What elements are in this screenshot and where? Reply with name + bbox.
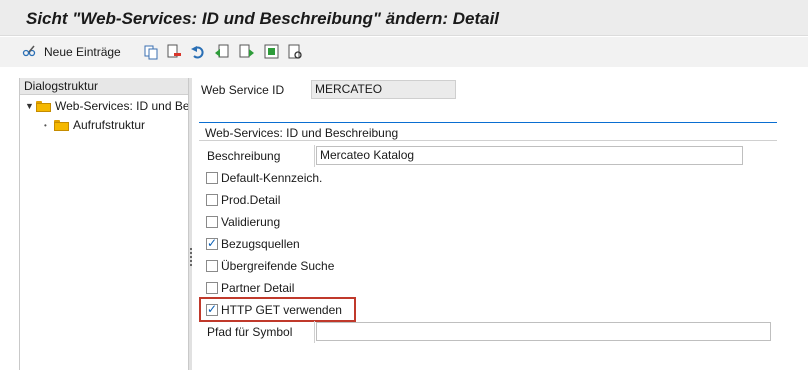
checkbox-label: Übergreifende Suche [221, 259, 335, 273]
glasses-pencil-icon [22, 44, 38, 60]
copy-button[interactable] [143, 43, 159, 61]
checkbox-box[interactable] [206, 194, 218, 206]
next-entry-button[interactable] [239, 43, 255, 61]
web-service-id-field: MERCATEO [311, 80, 456, 99]
symbol-path-label: Pfad für Symbol [207, 325, 293, 339]
delete-icon [166, 44, 182, 60]
checkbox-validierung[interactable]: Validierung [206, 214, 280, 230]
find-icon [288, 44, 304, 60]
new-entries-button[interactable]: Neue Einträge [22, 43, 121, 61]
symbol-path-input[interactable] [316, 322, 771, 341]
checkbox-bezugsquellen[interactable]: ✓ Bezugsquellen [206, 236, 300, 252]
undo-icon [190, 44, 206, 60]
checkbox-box[interactable]: ✓ [206, 236, 218, 250]
checkbox-default-flag[interactable]: Default-Kennzeich. [206, 170, 322, 186]
dialog-structure-pane: Dialogstruktur ▼ Web-Services: ID und Be… [19, 78, 190, 370]
checkbox-uebergreifende-suche[interactable]: Übergreifende Suche [206, 258, 334, 274]
pane-splitter[interactable] [188, 78, 192, 370]
previous-entry-icon [214, 44, 230, 60]
group-divider [199, 140, 777, 141]
next-entry-icon [239, 44, 255, 60]
checkbox-box[interactable] [206, 172, 218, 184]
chevron-down-icon[interactable]: ▼ [25, 101, 34, 111]
find-button[interactable] [288, 43, 304, 61]
delete-button[interactable] [166, 43, 182, 61]
new-entries-label: Neue Einträge [44, 45, 121, 59]
dialog-structure-header: Dialogstruktur [20, 78, 189, 95]
tree-item-web-services[interactable]: ▼ Web-Services: ID und Be [25, 98, 190, 114]
description-label: Beschreibung [207, 149, 281, 163]
checkbox-label: Bezugsquellen [221, 237, 300, 251]
web-service-id-label: Web Service ID [201, 83, 285, 97]
application-toolbar: Neue Einträge [0, 37, 808, 67]
checkbox-box[interactable] [206, 216, 218, 228]
checkbox-label: Partner Detail [221, 281, 295, 295]
symbol-path-separator [314, 321, 315, 343]
bullet-icon: • [44, 120, 47, 130]
title-bar: Sicht "Web-Services: ID und Beschreibung… [0, 0, 808, 36]
checkbox-prod-detail[interactable]: Prod.Detail [206, 192, 280, 208]
group-title: Web-Services: ID und Beschreibung [205, 126, 399, 140]
checkbox-partner-detail[interactable]: Partner Detail [206, 280, 294, 296]
highlight-frame [199, 297, 356, 322]
tree-item-label: Aufrufstruktur [73, 118, 146, 132]
checkbox-label: Default-Kennzeich. [221, 171, 323, 185]
checkmark-icon: ✓ [207, 236, 218, 250]
previous-entry-button[interactable] [214, 43, 230, 61]
checkbox-box[interactable] [206, 282, 218, 294]
description-input[interactable]: Mercateo Katalog [316, 146, 743, 165]
description-separator [314, 145, 315, 167]
checkbox-label: Validierung [221, 215, 281, 229]
folder-icon [54, 119, 69, 131]
tree-item-aufrufstruktur[interactable]: • Aufrufstruktur [44, 117, 145, 133]
select-all-icon [264, 44, 280, 60]
open-folder-icon [36, 100, 51, 112]
undo-button[interactable] [190, 43, 206, 61]
page-title: Sicht "Web-Services: ID und Beschreibung… [26, 9, 500, 28]
checkbox-label: Prod.Detail [221, 193, 281, 207]
copy-icon [143, 44, 159, 60]
select-all-button[interactable] [264, 43, 280, 61]
checkbox-box[interactable] [206, 260, 218, 272]
tree-item-label: Web-Services: ID und Be [55, 99, 190, 113]
splitter-grip-icon[interactable] [190, 248, 192, 268]
